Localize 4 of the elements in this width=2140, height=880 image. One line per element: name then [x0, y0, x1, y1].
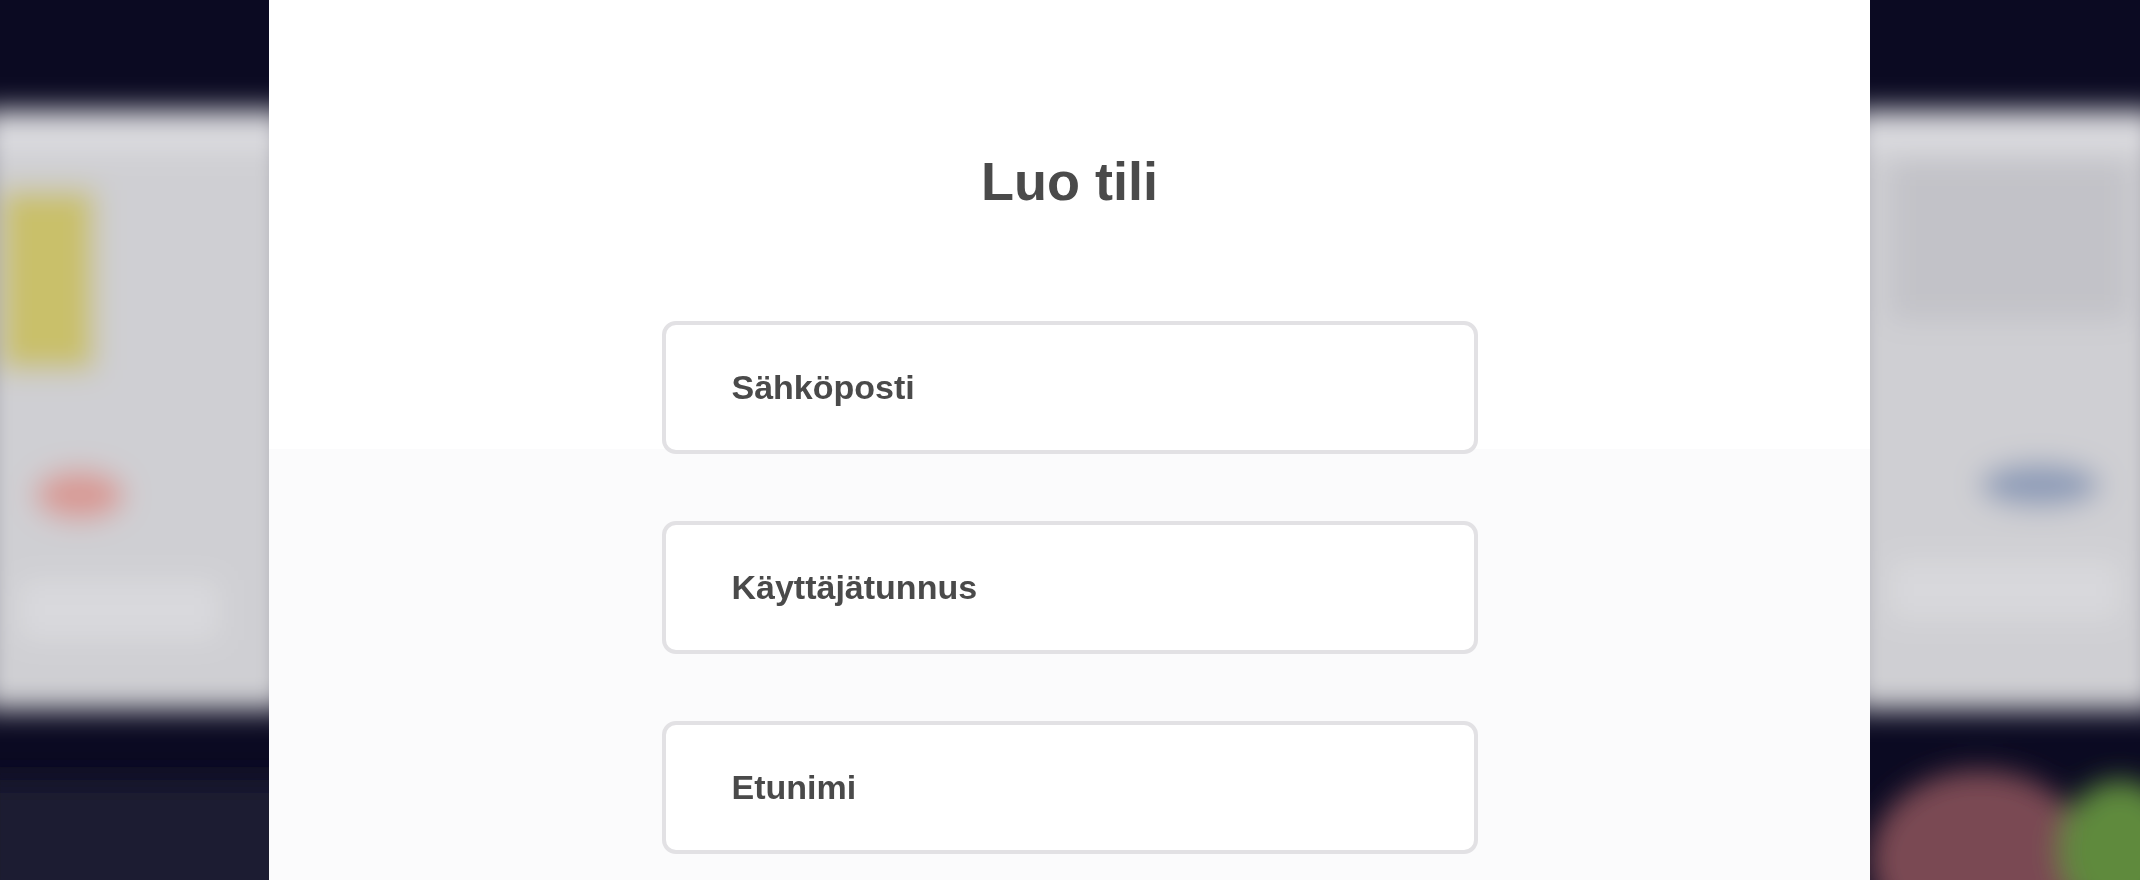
input-field[interactable]: Etunimi	[661, 721, 1478, 854]
input-field[interactable]: Käyttäjätunnus	[661, 521, 1478, 654]
dialog-title: Luo tili	[981, 150, 1158, 213]
input-field[interactable]: Sähköposti	[661, 321, 1478, 454]
